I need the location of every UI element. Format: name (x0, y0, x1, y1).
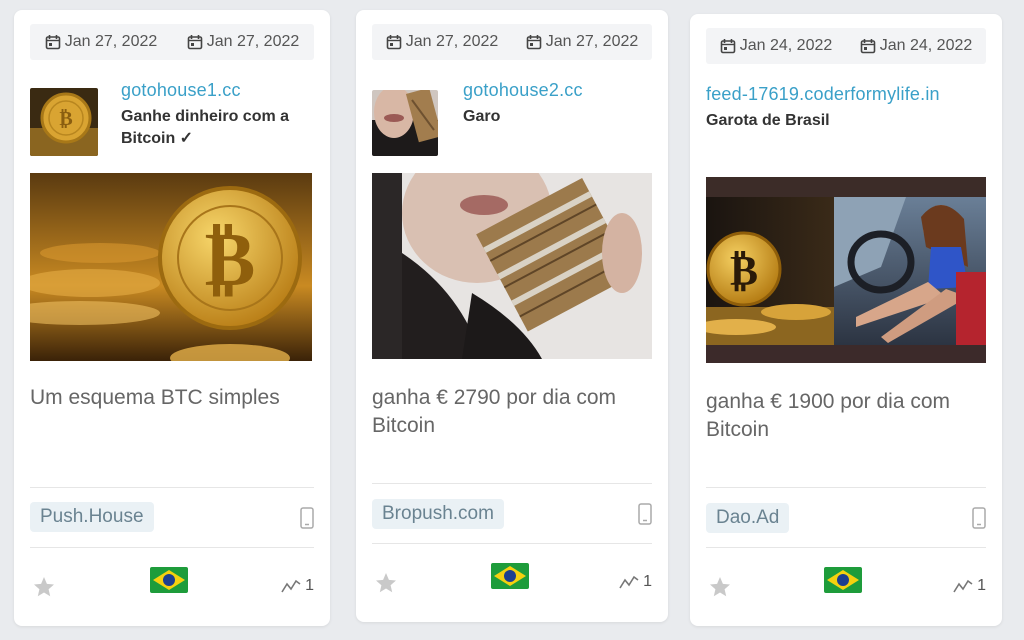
mobile-icon (638, 503, 652, 525)
ad-text: ganha € 2790 por dia com Bitcoin (372, 386, 617, 437)
ad-card[interactable]: Jan 27, 2022 Jan 27, 2022 ₿ gotohouse1.c… (14, 10, 330, 626)
trend-icon (953, 579, 973, 593)
last-seen-date: Jan 24, 2022 (860, 37, 972, 55)
trend-icon (281, 579, 301, 593)
divider (706, 547, 986, 548)
svg-text:₿: ₿ (205, 214, 256, 303)
star-icon[interactable] (374, 571, 398, 595)
divider (706, 487, 986, 488)
ad-main-image[interactable]: ₿ (30, 173, 312, 361)
mobile-icon (972, 507, 986, 529)
star-icon[interactable] (32, 575, 56, 599)
divider (372, 483, 652, 484)
ad-title: Garota de Brasil (706, 112, 830, 129)
ad-card[interactable]: Jan 24, 2022 Jan 24, 2022 feed-17619.cod… (690, 14, 1002, 626)
ad-text: Um esquema BTC simples (30, 386, 280, 409)
brazil-flag-icon (491, 563, 529, 589)
stats: 1 (953, 577, 986, 595)
last-seen-date: Jan 27, 2022 (187, 33, 299, 51)
svg-text:₿: ₿ (730, 246, 758, 295)
ad-text: ganha € 1900 por dia com Bitcoin (706, 390, 951, 441)
trend-icon (619, 575, 639, 589)
stats: 1 (281, 577, 314, 595)
mobile-icon (300, 507, 314, 529)
first-seen-date: Jan 27, 2022 (386, 33, 498, 51)
ad-network-badge[interactable]: Bropush.com (372, 499, 504, 529)
divider (30, 547, 314, 548)
ad-network-badge[interactable]: Dao.Ad (706, 503, 790, 533)
divider (30, 487, 314, 488)
brazil-flag-icon (824, 567, 862, 593)
ad-card[interactable]: Jan 27, 2022 Jan 27, 2022 gotohouse2.cc … (356, 10, 668, 622)
ad-icon-image[interactable] (372, 90, 438, 156)
brazil-flag-icon (150, 567, 188, 593)
ad-domain-link[interactable]: gotohouse1.cc (121, 80, 241, 101)
date-bar: Jan 27, 2022 Jan 27, 2022 (372, 24, 652, 60)
date-bar: Jan 24, 2022 Jan 24, 2022 (706, 28, 986, 64)
calendar-icon (187, 35, 203, 50)
calendar-icon (526, 35, 542, 50)
ad-domain-link[interactable]: gotohouse2.cc (463, 80, 583, 101)
stats: 1 (619, 573, 652, 591)
first-seen-date: Jan 24, 2022 (720, 37, 832, 55)
ad-title: Ganhe dinheiro com a Bitcoin ✓ (121, 108, 290, 147)
star-icon[interactable] (708, 575, 732, 599)
date-bar: Jan 27, 2022 Jan 27, 2022 (30, 24, 314, 60)
ad-network-badge[interactable]: Push.House (30, 502, 154, 532)
last-seen-date: Jan 27, 2022 (526, 33, 638, 51)
ad-icon-image[interactable]: ₿ (30, 88, 98, 156)
calendar-icon (386, 35, 402, 50)
calendar-icon (720, 39, 736, 54)
ad-main-image[interactable]: ₿ (706, 177, 986, 363)
calendar-icon (45, 35, 61, 50)
divider (372, 543, 652, 544)
ad-title: Garo (463, 108, 501, 125)
svg-text:₿: ₿ (59, 106, 72, 130)
calendar-icon (860, 39, 876, 54)
first-seen-date: Jan 27, 2022 (45, 33, 157, 51)
ad-domain-link[interactable]: feed-17619.coderformylife.in (706, 84, 940, 105)
ad-main-image[interactable] (372, 173, 652, 359)
